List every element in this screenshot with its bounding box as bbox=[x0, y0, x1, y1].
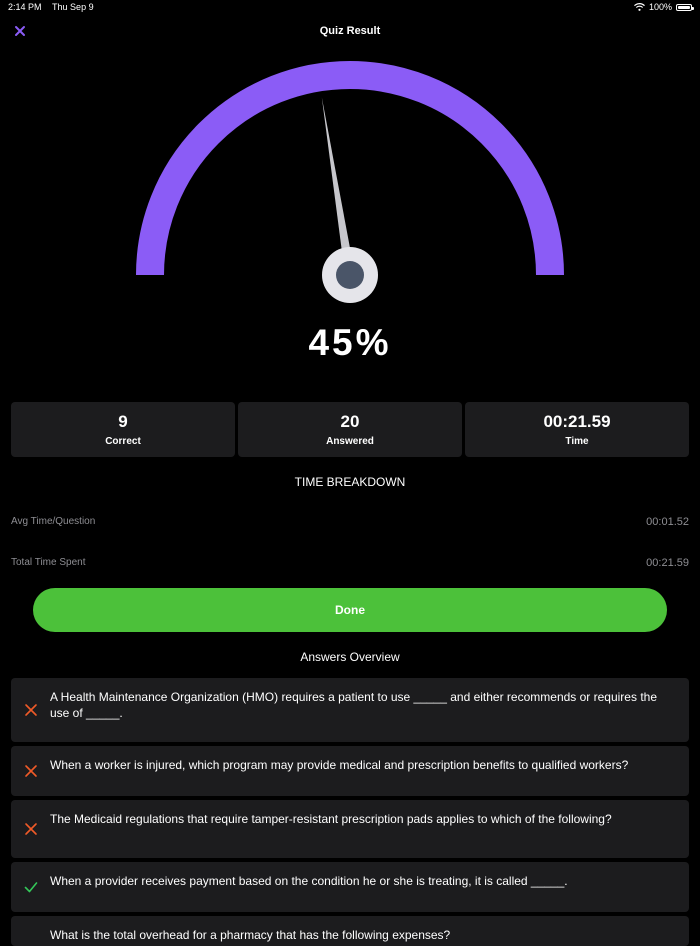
answer-item[interactable]: The Medicaid regulations that require ta… bbox=[11, 800, 689, 858]
stat-time: 00:21.59 Time bbox=[465, 402, 689, 457]
stat-value: 9 bbox=[118, 412, 128, 431]
row-value: 00:01.52 bbox=[646, 516, 689, 528]
status-time: 2:14 PM bbox=[8, 2, 42, 12]
status-bar: 2:14 PM Thu Sep 9 100% bbox=[0, 0, 700, 14]
wifi-icon bbox=[634, 3, 645, 11]
score-gauge bbox=[136, 61, 564, 303]
page-title: Quiz Result bbox=[319, 25, 381, 37]
answer-question: When a worker is injured, which program … bbox=[50, 758, 629, 772]
answer-question: What is the total overhead for a pharmac… bbox=[50, 928, 451, 942]
stat-value: 20 bbox=[340, 412, 360, 431]
battery-icon bbox=[676, 3, 694, 11]
done-button[interactable]: Done bbox=[33, 588, 667, 632]
row-label: Total Time Spent bbox=[11, 557, 86, 568]
row-value: 00:21.59 bbox=[646, 557, 689, 569]
score-percent: 45% bbox=[308, 322, 392, 363]
stat-label: Answered bbox=[326, 436, 374, 447]
answer-item[interactable]: When a worker is injured, which program … bbox=[11, 746, 689, 796]
stat-value: 00:21.59 bbox=[543, 412, 611, 431]
x-mark-icon bbox=[25, 704, 37, 716]
gauge-hub-inner bbox=[336, 261, 364, 289]
answer-question: A Health Maintenance Organization (HMO) … bbox=[50, 690, 657, 720]
x-mark-icon bbox=[25, 765, 37, 777]
answer-item[interactable]: A Health Maintenance Organization (HMO) … bbox=[11, 678, 689, 742]
total-time-row: Total Time Spent 00:21.59 bbox=[11, 557, 689, 569]
row-label: Avg Time/Question bbox=[11, 516, 96, 527]
answer-item[interactable]: What is the total overhead for a pharmac… bbox=[11, 916, 689, 946]
checkmark-icon bbox=[24, 882, 38, 893]
time-breakdown-title: TIME BREAKDOWN bbox=[294, 475, 406, 489]
answer-item[interactable]: When a provider receives payment based o… bbox=[11, 862, 689, 912]
stat-label: Correct bbox=[105, 436, 141, 447]
stat-answered: 20 Answered bbox=[238, 402, 462, 457]
avg-time-row: Avg Time/Question 00:01.52 bbox=[11, 516, 689, 528]
x-mark-icon bbox=[25, 823, 37, 835]
stat-label: Time bbox=[565, 436, 589, 447]
battery-percent: 100% bbox=[648, 2, 672, 12]
answer-question: When a provider receives payment based o… bbox=[50, 874, 568, 888]
gauge-arc bbox=[136, 61, 564, 276]
stat-correct: 9 Correct bbox=[11, 402, 235, 457]
status-date: Thu Sep 9 bbox=[52, 2, 94, 12]
answer-question: The Medicaid regulations that require ta… bbox=[50, 812, 612, 826]
stats-row: 9 Correct 20 Answered 00:21.59 Time bbox=[11, 402, 689, 457]
answers-overview-title: Answers Overview bbox=[300, 650, 400, 664]
